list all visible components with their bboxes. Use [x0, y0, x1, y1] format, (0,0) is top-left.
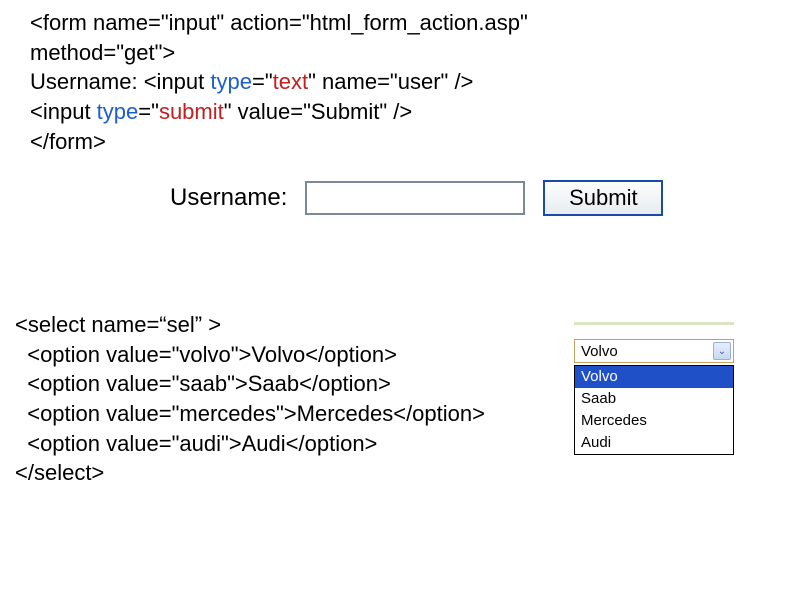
code-line: </form> [30, 127, 630, 157]
submit-button[interactable]: Submit [543, 180, 663, 216]
code-line: <option value="volvo">Volvo</option> [15, 340, 545, 370]
form-code-snippet: <form name="input" action="html_form_act… [30, 8, 630, 156]
select-option-volvo[interactable]: Volvo [575, 366, 733, 388]
select-option-saab[interactable]: Saab [575, 388, 733, 410]
code-line: method="get"> [30, 38, 630, 68]
code-line: <option value="saab">Saab</option> [15, 369, 545, 399]
select-code-snippet: <select name=“sel” > <option value="volv… [15, 310, 545, 488]
select-option-mercedes[interactable]: Mercedes [575, 410, 733, 432]
code-line: <select name=“sel” > [15, 310, 545, 340]
rendered-form: Username: Submit [170, 180, 663, 216]
select-dropdown[interactable]: Volvo ⌄ [574, 339, 734, 363]
code-line: <input type="submit" value="Submit" /> [30, 97, 630, 127]
code-line: <option value="mercedes">Mercedes</optio… [15, 399, 545, 429]
code-line: <form name="input" action="html_form_act… [30, 8, 630, 38]
username-label: Username: [170, 184, 287, 212]
select-value: Volvo [581, 343, 618, 360]
select-option-audi[interactable]: Audi [575, 432, 733, 454]
code-line: <option value="audi">Audi</option> [15, 429, 545, 459]
code-line: </select> [15, 458, 545, 488]
select-options-list: Volvo Saab Mercedes Audi [574, 365, 734, 455]
code-line: Username: <input type="text" name="user"… [30, 67, 630, 97]
chevron-down-icon: ⌄ [713, 342, 731, 360]
username-input[interactable] [305, 181, 525, 215]
separator-line [574, 322, 734, 325]
rendered-select: Volvo ⌄ Volvo Saab Mercedes Audi [560, 322, 748, 455]
